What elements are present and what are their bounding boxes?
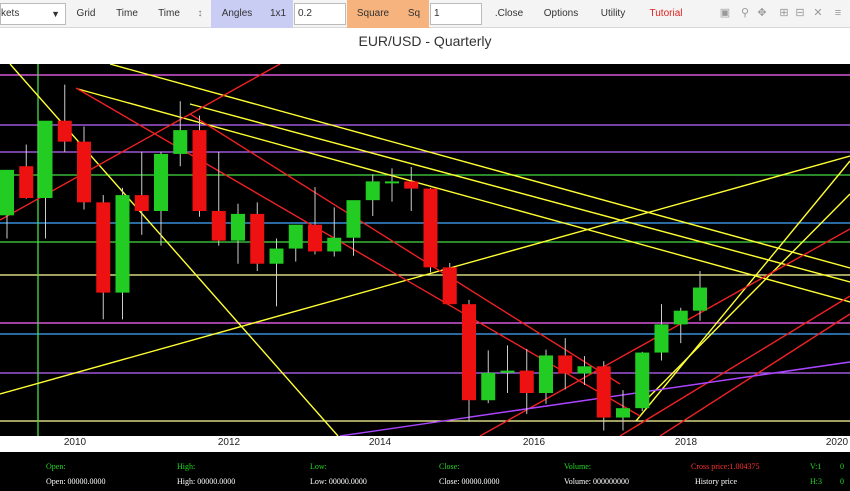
options-button[interactable]: Options: [538, 0, 584, 28]
x-tick-label: 2012: [217, 437, 241, 448]
h-value: H:3: [810, 477, 822, 486]
open-value: Open: 00000.0000: [46, 477, 106, 486]
candle-up[interactable]: [346, 200, 361, 238]
candle-down[interactable]: [442, 267, 457, 305]
candle-up[interactable]: [673, 310, 688, 325]
ratio-button[interactable]: 1x1: [263, 0, 293, 28]
candle-down[interactable]: [308, 224, 322, 252]
toolbar: kets ▼ Grid Time Time ↕ Angles 1x1 0.2 S…: [0, 0, 850, 28]
candle-up[interactable]: [327, 237, 342, 252]
market-select[interactable]: kets ▼: [0, 3, 66, 25]
x-tick-label: 2010: [63, 437, 87, 448]
candle-up[interactable]: [693, 287, 707, 311]
candle-up[interactable]: [635, 352, 650, 409]
angle-value-input[interactable]: 0.2: [294, 3, 346, 25]
red-trend-line: [619, 295, 850, 436]
volume-label: Volume:: [564, 462, 591, 471]
candle-down[interactable]: [77, 141, 91, 203]
menu-icon[interactable]: ≡: [832, 7, 844, 19]
candle-up[interactable]: [539, 355, 553, 393]
angles-button[interactable]: Angles: [211, 0, 263, 28]
candle-up[interactable]: [616, 408, 630, 418]
candle-down[interactable]: [96, 202, 111, 293]
candle-down[interactable]: [250, 213, 265, 264]
grid-button[interactable]: Grid: [67, 0, 105, 28]
candle-down[interactable]: [211, 211, 226, 241]
candle-up[interactable]: [500, 370, 515, 373]
high-label: High:: [177, 462, 196, 471]
candle-down[interactable]: [192, 130, 207, 211]
red-trend-line: [75, 87, 641, 417]
candle-up[interactable]: [365, 181, 380, 201]
info-panel: Open: High: Low: Close: Volume: Cross pr…: [0, 452, 850, 491]
candle-up[interactable]: [173, 130, 188, 154]
candle-down[interactable]: [134, 195, 149, 211]
volume-value: Volume: 000000000: [564, 477, 629, 486]
utility-button[interactable]: Utility: [590, 0, 636, 28]
low-label: Low:: [310, 462, 327, 471]
x-tick-label: 2020: [825, 437, 849, 448]
save-icon[interactable]: ▣: [719, 7, 731, 19]
candle-down[interactable]: [423, 188, 438, 268]
candle-down[interactable]: [19, 166, 34, 198]
candle-up[interactable]: [231, 213, 245, 241]
candle-up[interactable]: [577, 366, 592, 374]
market-select-value: kets: [1, 8, 20, 19]
square-button[interactable]: Square: [347, 0, 399, 28]
high-value: High: 00000.0000: [177, 477, 236, 486]
candle-up[interactable]: [288, 224, 303, 249]
cross-price: Cross price:1.004375: [691, 462, 760, 471]
x-tick-label: 2014: [368, 437, 392, 448]
candle-down[interactable]: [519, 370, 534, 393]
sort-icon[interactable]: ↕: [191, 0, 209, 28]
candle-up[interactable]: [654, 324, 669, 353]
candle-up[interactable]: [38, 120, 53, 198]
close-button[interactable]: .Close: [488, 0, 530, 28]
chart-title: EUR/USD - Quarterly: [358, 33, 492, 49]
candle-down[interactable]: [596, 366, 611, 418]
history-price: History price: [695, 477, 737, 486]
v-value: V:1: [810, 462, 822, 471]
candle-up[interactable]: [0, 169, 14, 216]
x-axis: 2010 2012 2014 2016 2018 2020: [0, 436, 850, 452]
trend-line: [189, 103, 850, 283]
red-trend-line: [659, 313, 850, 436]
chart-area[interactable]: [0, 64, 850, 436]
candle-down[interactable]: [558, 355, 573, 374]
x-tick-label: 2018: [674, 437, 698, 448]
candles: [0, 84, 707, 431]
zoom-icon[interactable]: ⚲: [739, 7, 751, 19]
tutorial-button[interactable]: Tutorial: [642, 0, 690, 28]
zoom-in-icon[interactable]: ⊞: [778, 7, 790, 19]
time-button-1[interactable]: Time: [107, 0, 147, 28]
trend-line: [9, 64, 339, 436]
right-value-2: 0: [840, 477, 844, 486]
low-value: Low: 00000.0000: [310, 477, 367, 486]
candle-up[interactable]: [154, 153, 168, 211]
sq-value-input[interactable]: 1: [430, 3, 482, 25]
right-value-1: 0: [840, 462, 844, 471]
candle-up[interactable]: [269, 248, 284, 264]
open-label: Open:: [46, 462, 66, 471]
candle-up[interactable]: [115, 195, 130, 293]
close-label: Close:: [439, 462, 460, 471]
candle-up[interactable]: [385, 181, 399, 184]
candle-up[interactable]: [481, 372, 496, 401]
reset-icon[interactable]: ✕: [812, 7, 824, 19]
candle-down[interactable]: [462, 304, 476, 401]
pan-icon[interactable]: ✥: [756, 7, 768, 19]
candle-down[interactable]: [404, 181, 419, 189]
sq-button[interactable]: Sq: [399, 0, 429, 28]
close-value: Close: 00000.0000: [439, 477, 500, 486]
chevron-down-icon: ▼: [51, 9, 60, 19]
chart-canvas[interactable]: [0, 64, 850, 436]
candle-down[interactable]: [57, 120, 72, 142]
zoom-out-icon[interactable]: ⊟: [794, 7, 806, 19]
time-button-2[interactable]: Time: [149, 0, 189, 28]
x-tick-label: 2016: [522, 437, 546, 448]
